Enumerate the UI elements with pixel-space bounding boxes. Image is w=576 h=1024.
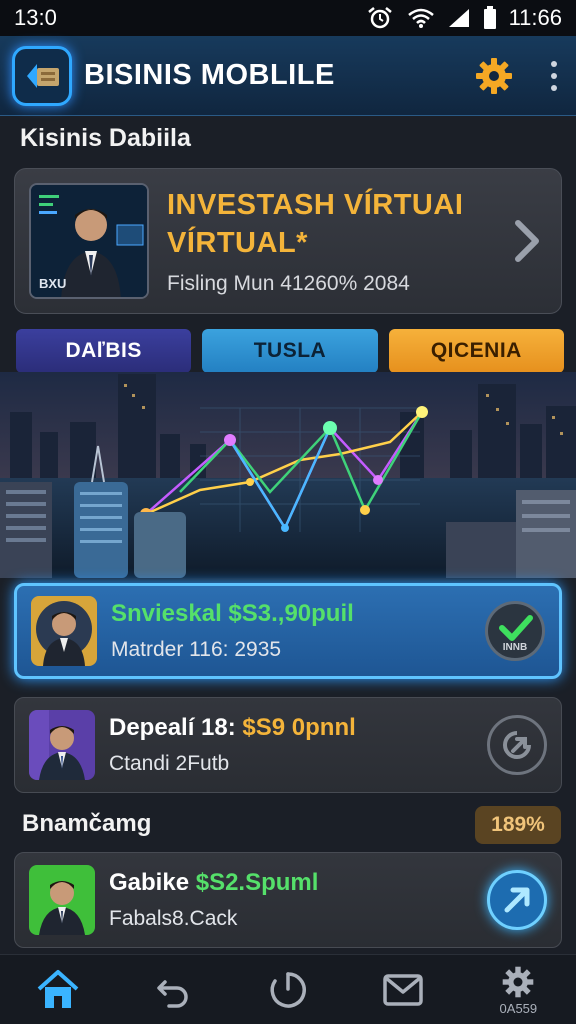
refresh-icon <box>270 971 306 1008</box>
transaction-subtitle: Fabals8.Cack <box>109 907 238 930</box>
status-bar: 13:0 11:66 <box>0 0 576 36</box>
nav-mail[interactable] <box>363 958 443 1022</box>
undo-icon <box>157 979 188 1008</box>
transaction-amount: $S2.Spuml <box>195 869 319 896</box>
more-dot <box>551 60 557 67</box>
app-title: BISINIS MOBLILE <box>84 59 335 91</box>
mail-icon <box>383 973 423 1006</box>
feature-card[interactable]: BXU INVESTASH VÍRTUAI VÍRTUAL* Fisling M… <box>14 168 562 314</box>
transaction-body: Snvieskal $S3.,90puil Matrder 116: 2935 <box>111 600 485 662</box>
refresh-icon <box>503 731 531 759</box>
status-time: 13:0 <box>14 5 57 30</box>
transaction-subtitle: Ctandi 2Futb <box>109 752 230 775</box>
arrow-left-icon <box>27 63 59 88</box>
wifi-icon <box>407 7 435 29</box>
feature-thumbnail: BXU <box>29 183 149 299</box>
person-avatar-icon <box>31 596 97 666</box>
battery-icon <box>483 6 497 30</box>
bottom-navigation: 0A559 <box>0 954 576 1024</box>
gear-icon <box>476 57 512 94</box>
more-menu-button[interactable] <box>544 54 564 98</box>
nav-refresh[interactable] <box>248 958 328 1022</box>
nav-settings[interactable]: 0A559 <box>478 958 558 1022</box>
transaction-title-text: Gabike <box>109 869 196 896</box>
reload-button[interactable] <box>487 715 547 775</box>
hero-illustration <box>0 372 576 578</box>
alarm-icon <box>365 6 395 30</box>
more-dot <box>551 84 557 91</box>
tab-1[interactable]: DAľBIS <box>16 329 192 373</box>
transaction-subtitle: Matrder 116: 2935 <box>111 638 282 661</box>
nav-home[interactable] <box>18 958 98 1022</box>
gear-icon <box>503 966 534 997</box>
transaction-title: Snvieskal $S3.,90puil <box>111 600 354 627</box>
transaction-amount: $S9 0pnnl <box>242 714 356 741</box>
transaction-title-text: Depealí 18: <box>109 714 243 741</box>
signal-icon <box>447 7 471 29</box>
transaction-title: Depealí 18: $S9 0pnnl <box>109 714 487 742</box>
person-avatar-icon <box>29 710 95 780</box>
person-avatar-icon <box>29 865 95 935</box>
avatar <box>31 596 97 666</box>
feature-title-line2: VÍRTUAL* <box>167 227 308 259</box>
status-clock: 11:66 <box>508 5 562 30</box>
chevron-right-icon <box>515 220 539 262</box>
tab-3[interactable]: QICENIA <box>388 329 564 373</box>
feature-body: INVESTASH VÍRTUAI VÍRTUAL* Fisling Mun 4… <box>167 186 507 296</box>
check-icon: INNB <box>499 615 533 653</box>
app-bar: BISINIS MOBLILE <box>0 36 576 116</box>
percentage-badge: 189% <box>475 806 561 844</box>
settings-button[interactable] <box>472 54 516 98</box>
transaction-item[interactable]: Gabike $S2.Spuml Fabals8.Cack <box>14 852 562 948</box>
nav-undo[interactable] <box>133 958 213 1022</box>
status-icons: 11:66 <box>365 5 562 31</box>
avatar <box>29 865 95 935</box>
feature-subtitle: Fisling Mun 41260% 2084 <box>167 272 410 295</box>
confirm-label: INNB <box>503 642 527 653</box>
feature-title-line1: INVESTASH VÍRTUAI <box>167 189 464 221</box>
transaction-item-active[interactable]: Snvieskal $S3.,90puil Matrder 116: 2935 … <box>14 583 562 679</box>
transaction-body: Gabike $S2.Spuml Fabals8.Cack <box>109 869 487 931</box>
section-title: Bnamčamg <box>22 810 152 837</box>
section-title: Kisinis Dabiila <box>20 124 191 152</box>
transaction-item[interactable]: Depealí 18: $S9 0pnnl Ctandi 2Futb <box>14 697 562 793</box>
send-arrow-icon <box>504 887 530 913</box>
transaction-body: Depealí 18: $S9 0pnnl Ctandi 2Futb <box>109 714 487 776</box>
city-chart-illustration <box>0 372 576 578</box>
tab-bar: DAľBIS TUSLA QICENIA <box>16 329 564 373</box>
confirm-button[interactable]: INNB <box>485 601 545 661</box>
home-icon <box>37 969 78 1008</box>
feature-open-button[interactable] <box>507 211 547 271</box>
nav-settings-label: 0A559 <box>499 1000 538 1016</box>
tab-2[interactable]: TUSLA <box>202 329 378 373</box>
transaction-title: Gabike $S2.Spuml <box>109 869 487 897</box>
back-button[interactable] <box>12 45 72 106</box>
avatar <box>29 710 95 780</box>
thumb-badge: BXU <box>39 276 67 291</box>
send-button[interactable] <box>487 870 547 930</box>
more-dot <box>551 72 557 79</box>
